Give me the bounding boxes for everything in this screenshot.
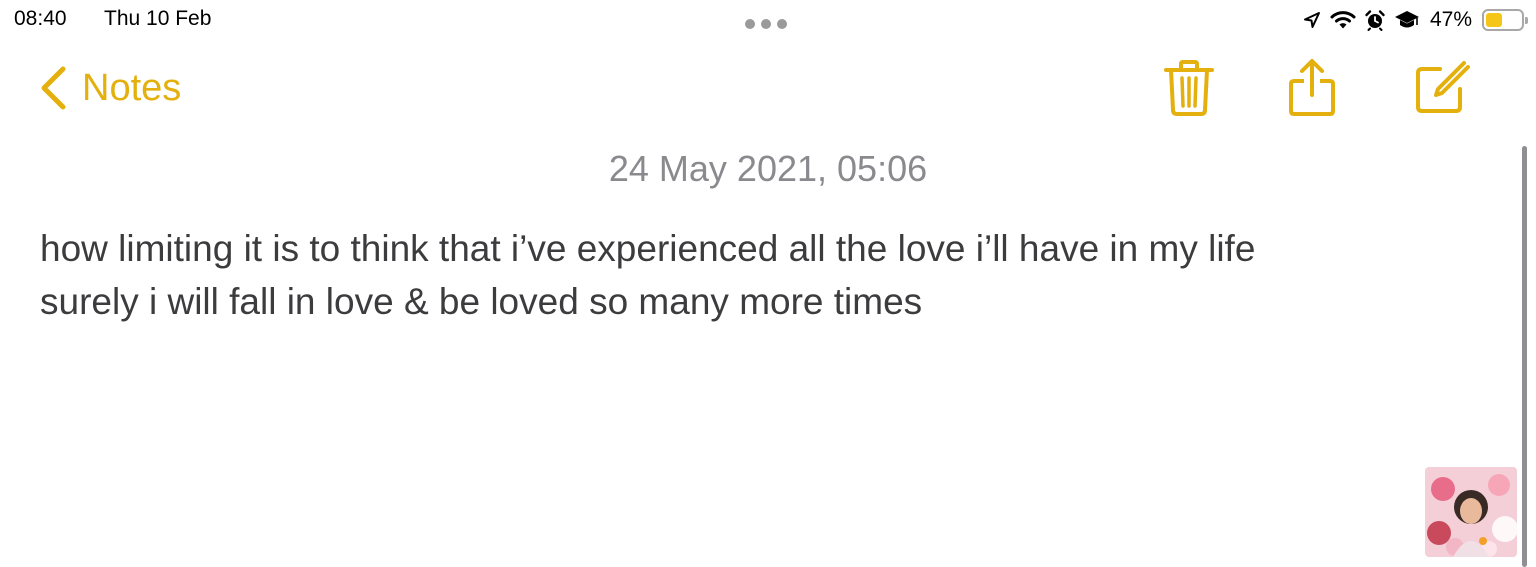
status-date: Thu 10 Feb bbox=[104, 7, 212, 30]
multitasking-menu-icon[interactable] bbox=[745, 18, 791, 30]
back-to-notes-button[interactable]: Notes bbox=[38, 62, 181, 114]
battery-percentage: 47% bbox=[1429, 8, 1472, 31]
note-line[interactable]: surely i will fall in love & be loved so… bbox=[40, 275, 1480, 328]
battery-icon bbox=[1482, 9, 1528, 31]
status-bar: 08:40 Thu 10 Feb 47% bbox=[0, 0, 1536, 40]
share-icon bbox=[1286, 57, 1338, 119]
delete-note-button[interactable] bbox=[1160, 56, 1218, 120]
compose-icon bbox=[1412, 59, 1470, 117]
status-indicators: 47% bbox=[1302, 6, 1528, 34]
compose-note-button[interactable] bbox=[1412, 56, 1470, 120]
share-note-button[interactable] bbox=[1283, 56, 1341, 120]
graduation-cap-icon bbox=[1394, 9, 1420, 31]
trash-icon bbox=[1162, 58, 1216, 118]
chevron-left-icon bbox=[38, 65, 68, 111]
scrollbar[interactable] bbox=[1522, 146, 1527, 567]
note-body[interactable]: how limiting it is to think that i’ve ex… bbox=[40, 222, 1480, 328]
note-line[interactable]: how limiting it is to think that i’ve ex… bbox=[40, 222, 1480, 275]
status-time: 08:40 bbox=[14, 7, 67, 30]
back-button-label: Notes bbox=[82, 66, 182, 109]
avatar[interactable] bbox=[1425, 467, 1517, 557]
battery-level-fill bbox=[1486, 13, 1502, 27]
note-timestamp: 24 May 2021, 05:06 bbox=[608, 148, 928, 189]
alarm-icon bbox=[1364, 9, 1386, 31]
location-arrow-icon bbox=[1302, 10, 1322, 30]
wifi-icon bbox=[1330, 10, 1356, 30]
